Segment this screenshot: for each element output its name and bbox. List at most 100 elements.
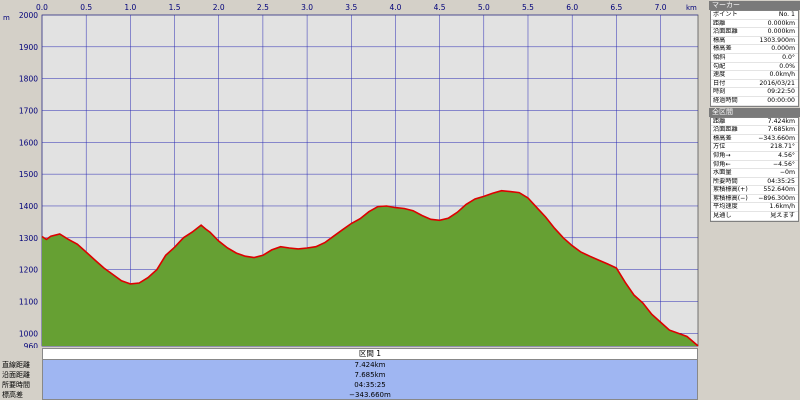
y-tick-label: 2000 bbox=[19, 11, 38, 20]
section-value-straight-distance: 7.424km bbox=[354, 361, 386, 369]
property-key: 累積標高(−) bbox=[713, 194, 748, 202]
property-value: 552.640m bbox=[763, 186, 795, 194]
section-value-elevation-diff: −343.660m bbox=[349, 391, 391, 399]
y-tick-label: 1200 bbox=[19, 266, 38, 275]
all-sections-title: 全区間 bbox=[709, 107, 800, 117]
property-key: 距離 bbox=[713, 117, 726, 125]
list-item[interactable]: 標高差 −343.660m bbox=[711, 135, 798, 144]
property-value: −896.300m bbox=[758, 194, 795, 202]
y-tick-label: 1500 bbox=[19, 170, 38, 179]
x-axis-ticks: 0.0 0.5 1.0 1.5 2.0 2.5 3.0 3.5 4.0 4.5 5.0 5.5 6.0 6… bbox=[36, 3, 667, 12]
section-header[interactable]: 区間 1 bbox=[42, 348, 698, 360]
property-value: 2016/03/21 bbox=[759, 79, 795, 87]
y-tick-label: 1900 bbox=[19, 43, 38, 52]
list-item[interactable]: 沿面距離 7.685km bbox=[711, 126, 798, 135]
x-tick-label: 3.5 bbox=[345, 3, 357, 12]
property-key: 時刻 bbox=[713, 88, 726, 96]
y-tick-label: 960 bbox=[24, 342, 39, 348]
list-item[interactable]: 勾配 0.0% bbox=[711, 63, 798, 72]
x-tick-label: 2.0 bbox=[213, 3, 225, 12]
marker-property-list[interactable]: ポイント No. 1 距離 0.000km 沿面距離 0.000km 標高 1303.9… bbox=[710, 10, 799, 107]
info-sidebar: マーカー ポイント No. 1 距離 0.000km 沿面距離 0.000km 標高 1… bbox=[709, 0, 800, 400]
property-key: 所要時間 bbox=[713, 177, 738, 185]
property-value: 218.71° bbox=[770, 143, 795, 151]
section-body[interactable]: 7.424km 7.685km 04:35:25 −343.660m bbox=[42, 360, 698, 400]
x-tick-label: 5.5 bbox=[522, 3, 534, 12]
list-item[interactable]: 距離 7.424km bbox=[711, 118, 798, 127]
list-item[interactable]: 方位 218.71° bbox=[711, 143, 798, 152]
property-value: −4.56° bbox=[772, 160, 795, 168]
x-tick-label: 7.0 bbox=[655, 3, 667, 12]
x-tick-label: 4.0 bbox=[389, 3, 401, 12]
x-tick-label: 0.0 bbox=[36, 3, 48, 12]
list-item[interactable]: 平均速度 1.6km/h bbox=[711, 203, 798, 213]
property-key: 速度 bbox=[713, 71, 726, 79]
property-value: 0.000km bbox=[767, 28, 795, 36]
property-key: 標高 bbox=[713, 36, 726, 44]
list-item[interactable]: 見通し 見えます bbox=[711, 212, 798, 221]
property-value: No. 1 bbox=[778, 11, 795, 18]
y-tick-label: 1400 bbox=[19, 202, 38, 211]
list-item[interactable]: 経過時間 00:00:00 bbox=[711, 97, 798, 106]
elevation-chart-panel[interactable]: 960 1000 1100 1200 1300 1400 1500 1600 1700 1800 1… bbox=[0, 0, 708, 348]
property-key: 標高差 bbox=[713, 134, 732, 142]
list-item[interactable]: 速度 0.0km/h bbox=[711, 71, 798, 80]
list-item[interactable]: 累積標高(−) −896.300m bbox=[711, 195, 798, 204]
list-item[interactable]: 仰角← −4.56° bbox=[711, 161, 798, 170]
list-item[interactable]: ポイント No. 1 bbox=[711, 11, 798, 20]
list-item[interactable]: 累積標高(+) 552.640m bbox=[711, 186, 798, 195]
row-label-duration: 所要時間 bbox=[2, 381, 30, 389]
y-tick-label: 1800 bbox=[19, 75, 38, 84]
x-tick-label: 6.5 bbox=[610, 3, 622, 12]
property-value: 00:00:00 bbox=[767, 96, 795, 104]
property-value: 1303.900m bbox=[759, 36, 795, 44]
x-tick-label: 0.5 bbox=[80, 3, 92, 12]
x-tick-label: 4.5 bbox=[434, 3, 446, 12]
property-value: 0.0° bbox=[782, 53, 795, 61]
row-label-surface-distance: 沿面距離 bbox=[2, 371, 30, 379]
section-row: −343.660m bbox=[43, 390, 697, 400]
marker-section-title: マーカー bbox=[709, 1, 800, 10]
row-label-elevation-diff: 標高差 bbox=[2, 391, 23, 399]
property-key: ポイント bbox=[713, 11, 738, 18]
y-tick-label: 1100 bbox=[19, 297, 38, 306]
property-key: 日付 bbox=[713, 79, 726, 87]
y-tick-label: 1300 bbox=[19, 234, 38, 243]
property-value: 04:35:25 bbox=[767, 177, 795, 185]
property-key: 累積標高(+) bbox=[713, 186, 748, 194]
section-row: 7.424km bbox=[43, 360, 697, 370]
elevation-chart[interactable]: 960 1000 1100 1200 1300 1400 1500 1600 1700 1800 1… bbox=[0, 0, 708, 348]
property-value: −343.660m bbox=[758, 134, 795, 142]
property-key: 仰角← bbox=[713, 160, 731, 168]
y-axis-unit: m bbox=[3, 14, 10, 22]
list-item[interactable]: 所要時間 04:35:25 bbox=[711, 178, 798, 187]
x-tick-label: 1.5 bbox=[169, 3, 181, 12]
property-value: −0m bbox=[779, 169, 795, 177]
list-item[interactable]: 標高差 0.000m bbox=[711, 45, 798, 54]
section-row-labels: 直線距離 沿面距離 所要時間 標高差 bbox=[0, 360, 42, 400]
property-key: 沿面距離 bbox=[713, 126, 738, 134]
list-item[interactable]: 水面量 −0m bbox=[711, 169, 798, 178]
property-value: 0.000m bbox=[771, 45, 795, 53]
property-key: 仰角→ bbox=[713, 151, 731, 159]
list-item[interactable]: 距離 0.000km bbox=[711, 20, 798, 29]
property-value: 4.56° bbox=[778, 151, 795, 159]
list-item[interactable]: 日付 2016/03/21 bbox=[711, 80, 798, 89]
list-item[interactable]: 傾斜 0.0° bbox=[711, 54, 798, 63]
property-value: 09:22:50 bbox=[767, 88, 795, 96]
property-key: 標高差 bbox=[713, 45, 732, 53]
property-value: 0.000km bbox=[767, 19, 795, 27]
x-tick-label: 1.0 bbox=[124, 3, 136, 12]
list-item[interactable]: 沿面距離 0.000km bbox=[711, 28, 798, 37]
property-key: 見通し bbox=[713, 212, 732, 220]
x-tick-label: 2.5 bbox=[257, 3, 269, 12]
list-item[interactable]: 仰角→ 4.56° bbox=[711, 152, 798, 161]
section-row: 7.685km bbox=[43, 370, 697, 380]
list-item[interactable]: 時刻 09:22:50 bbox=[711, 88, 798, 97]
all-sections-property-list[interactable]: 距離 7.424km 沿面距離 7.685km 標高差 −343.660m 方位 218… bbox=[710, 116, 799, 222]
section-summary: 区間 1 7.424km 7.685km 04:35:25 −343.660m bbox=[42, 348, 698, 400]
property-value: 7.685km bbox=[767, 126, 795, 134]
list-item[interactable]: 標高 1303.900m bbox=[711, 37, 798, 46]
y-tick-label: 1600 bbox=[19, 138, 38, 147]
property-key: 方位 bbox=[713, 143, 726, 151]
